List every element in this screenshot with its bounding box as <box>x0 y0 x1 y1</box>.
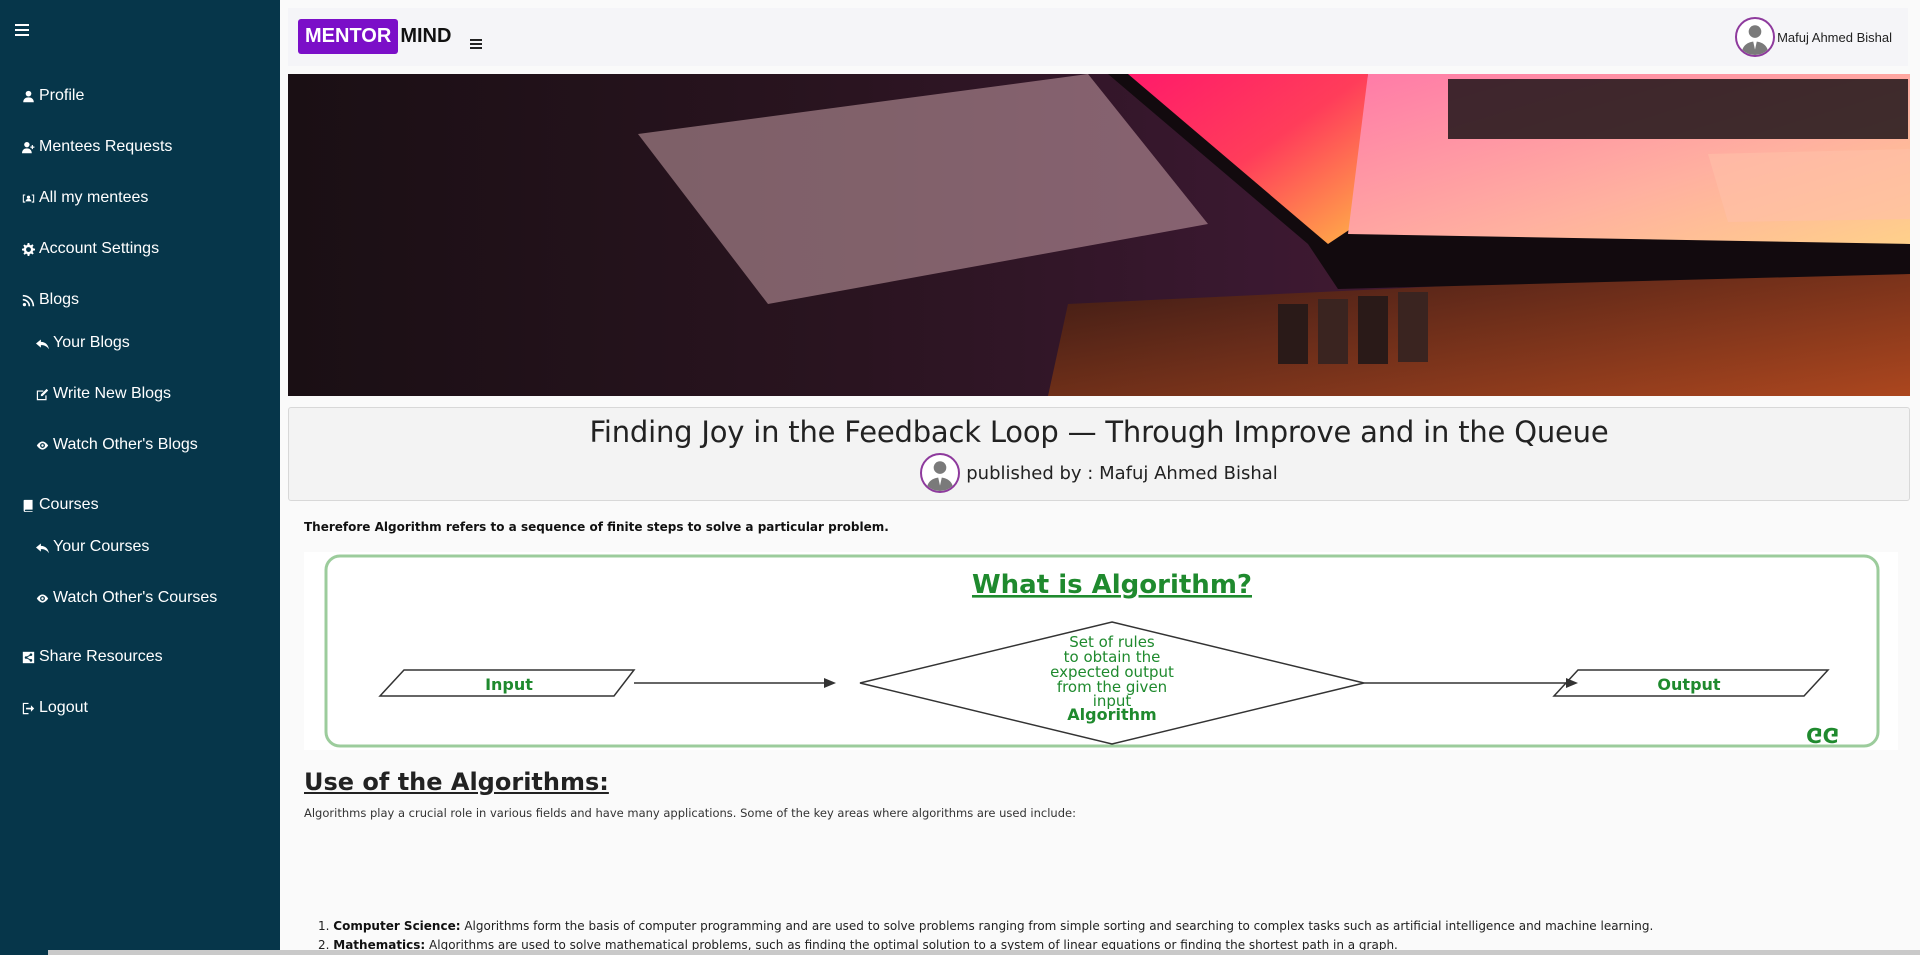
sidebar-item-your-courses[interactable]: Your Courses <box>36 538 149 556</box>
logo-mentor: MENTOR <box>298 19 399 54</box>
section-heading: Use of the Algorithms: <box>304 768 609 796</box>
sidebar-item-label: All my mentees <box>39 189 149 206</box>
eye-icon <box>36 592 49 605</box>
sidebar-item-label: Mentees Requests <box>39 138 173 155</box>
main-content: MENTOR MIND Mafuj Ahmed Bishal Finding J… <box>280 0 1920 955</box>
sidebar-item-label: Your Blogs <box>53 334 130 351</box>
horizontal-scrollbar[interactable] <box>48 950 1920 955</box>
author-row: published by : Mafuj Ahmed Bishal <box>289 453 1909 493</box>
edit-icon <box>36 388 49 401</box>
top-navbar: MENTOR MIND Mafuj Ahmed Bishal <box>288 8 1908 66</box>
sidebar-item-mentees-requests[interactable]: Mentees Requests <box>22 138 172 156</box>
user-profile-menu[interactable]: Mafuj Ahmed Bishal <box>1735 17 1892 57</box>
sidebar: Profile Mentees Requests All my mentees … <box>0 0 280 955</box>
user-name: Mafuj Ahmed Bishal <box>1777 29 1892 45</box>
diagram-watermark: GG <box>1806 723 1839 747</box>
user-plus-icon <box>22 141 35 154</box>
blog-title: Finding Joy in the Feedback Loop — Throu… <box>589 415 1609 449</box>
sidebar-item-logout[interactable]: Logout <box>22 699 88 717</box>
diagram-algorithm: Algorithm <box>1067 705 1156 724</box>
book-icon <box>22 499 35 512</box>
sidebar-item-label: Blogs <box>39 291 80 308</box>
reply-arrow-icon <box>36 337 49 350</box>
diagram-title: What is Algorithm? <box>972 570 1252 600</box>
reply-arrow-icon <box>36 541 49 554</box>
sidebar-item-label: Share Resources <box>39 648 163 665</box>
sidebar-item-label: Account Settings <box>39 240 160 257</box>
logout-icon <box>22 702 35 715</box>
sidebar-item-label: Write New Blogs <box>53 385 171 402</box>
sidebar-item-label: Courses <box>39 496 99 513</box>
sidebar-item-share-resources[interactable]: Share Resources <box>22 648 163 666</box>
section-paragraph: Algorithms play a crucial role in variou… <box>304 806 1076 820</box>
sidebar-item-blogs[interactable]: Blogs <box>22 291 79 309</box>
list-item-text: Algorithms form the basis of computer pr… <box>460 919 1654 933</box>
sidebar-item-label: Watch Other's Blogs <box>53 436 198 453</box>
blog-title-box: Finding Joy in the Feedback Loop — Throu… <box>288 407 1910 501</box>
gear-icon <box>22 242 35 256</box>
published-by: published by : Mafuj Ahmed Bishal <box>966 462 1278 484</box>
rss-icon <box>22 294 35 307</box>
sidebar-item-label: Profile <box>39 87 85 104</box>
sidebar-item-label: Watch Other's Courses <box>53 589 218 606</box>
blog-intro-text: Therefore Algorithm refers to a sequence… <box>304 520 889 534</box>
share-icon <box>22 651 35 664</box>
sidebar-item-profile[interactable]: Profile <box>22 87 84 105</box>
diagram-output: Output <box>1657 675 1720 694</box>
sidebar-item-account-settings[interactable]: Account Settings <box>22 240 159 258</box>
menu-toggle-icon[interactable] <box>470 39 482 49</box>
diagram-input: Input <box>485 675 533 694</box>
list-item: 1. Computer Science: Algorithms form the… <box>318 919 1654 933</box>
sidebar-item-courses[interactable]: Courses <box>22 496 99 514</box>
list-item-term: Computer Science: <box>333 919 461 933</box>
sidebar-item-label: Your Courses <box>53 538 150 555</box>
sidebar-item-label: Logout <box>39 699 88 716</box>
author-avatar[interactable] <box>920 453 961 493</box>
sidebar-item-all-mentees[interactable]: All my mentees <box>22 189 148 207</box>
blog-cover-image <box>288 74 1910 396</box>
logo-mind: MIND <box>400 25 452 47</box>
brand-logo[interactable]: MENTOR MIND <box>298 19 451 54</box>
sidebar-item-write-new-blogs[interactable]: Write New Blogs <box>36 385 171 403</box>
sidebar-item-watch-others-blogs[interactable]: Watch Other's Blogs <box>36 436 198 454</box>
sidebar-item-your-blogs[interactable]: Your Blogs <box>36 334 130 352</box>
people-card-icon <box>22 192 35 205</box>
sidebar-item-watch-others-courses[interactable]: Watch Other's Courses <box>36 589 217 607</box>
algorithm-diagram-image: What is Algorithm? Input Set of rules to… <box>304 552 1898 750</box>
sidebar-menu-toggle-icon[interactable] <box>15 24 29 36</box>
eye-icon <box>36 439 49 452</box>
user-icon <box>22 90 35 103</box>
avatar <box>1735 17 1776 57</box>
